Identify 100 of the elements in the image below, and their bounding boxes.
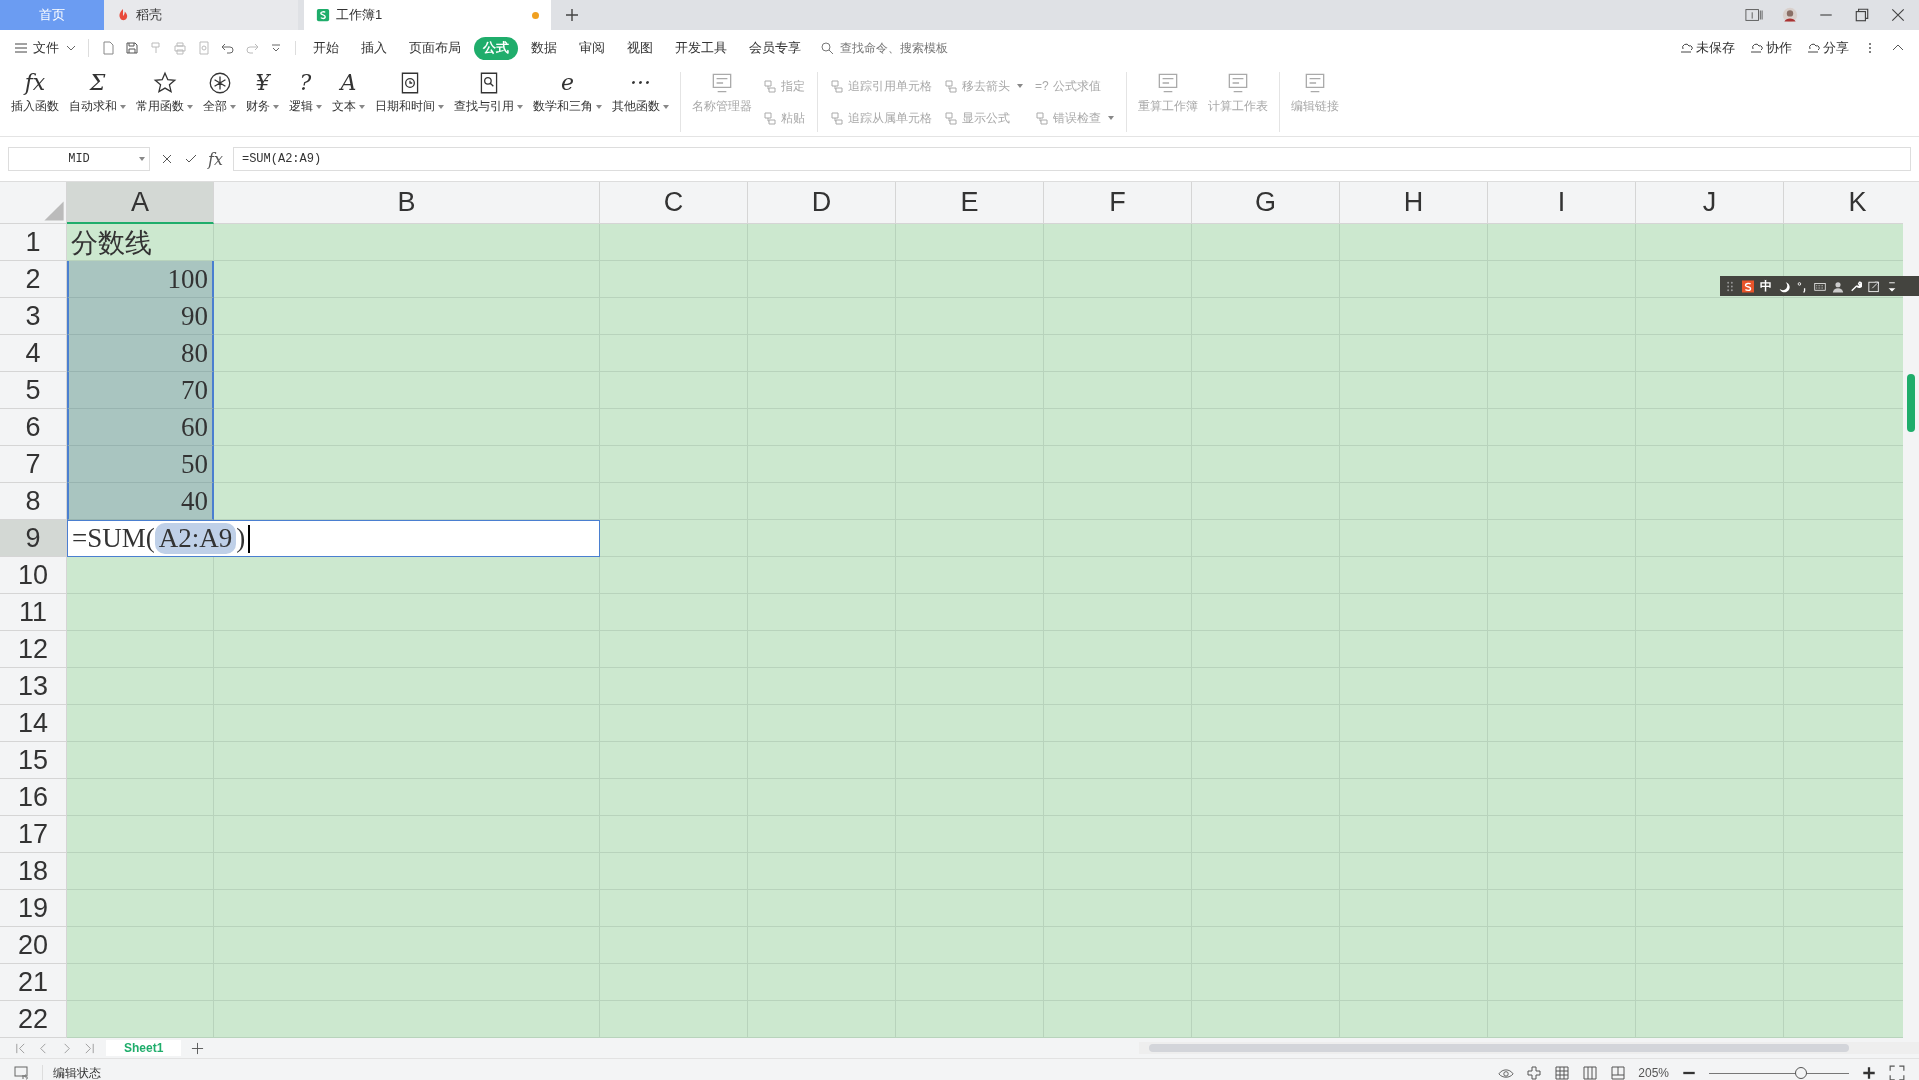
- ribbon-tab[interactable]: 页面布局: [400, 36, 470, 60]
- name-box[interactable]: MID: [8, 147, 150, 171]
- row-header[interactable]: 11: [0, 594, 67, 631]
- cancel-icon[interactable]: [160, 152, 174, 166]
- column-header[interactable]: K: [1784, 182, 1903, 224]
- insert-function-button[interactable]: fx: [208, 149, 223, 169]
- row-header[interactable]: 12: [0, 631, 67, 668]
- cell-editor[interactable]: =SUM(A2:A9): [67, 520, 600, 557]
- close-icon[interactable]: [1889, 7, 1907, 23]
- header-action[interactable]: 分享: [1806, 39, 1849, 57]
- column-header[interactable]: A: [67, 182, 214, 224]
- column-header[interactable]: J: [1636, 182, 1784, 224]
- ribbon-button[interactable]: fx 插入函数: [6, 68, 64, 136]
- zoom-in-icon[interactable]: [1861, 1065, 1877, 1080]
- ribbon-tab[interactable]: 数据: [522, 36, 566, 60]
- restore-icon[interactable]: [1853, 7, 1871, 23]
- row-header[interactable]: 5: [0, 372, 67, 409]
- input-mode-button[interactable]: 中: [1760, 277, 1772, 295]
- dropdown-icon[interactable]: [1886, 279, 1898, 293]
- column-header[interactable]: B: [214, 182, 600, 224]
- ribbon-tab[interactable]: 视图: [618, 36, 662, 60]
- page-layout-icon[interactable]: [1582, 1065, 1599, 1080]
- ribbon-button[interactable]: ? 逻辑: [284, 68, 327, 136]
- ribbon-button[interactable]: e 数学和三角: [528, 68, 607, 136]
- row-header[interactable]: 21: [0, 964, 67, 1001]
- row-header[interactable]: 1: [0, 224, 67, 261]
- first-sheet-icon[interactable]: [14, 1041, 27, 1055]
- row-header[interactable]: 10: [0, 557, 67, 594]
- ribbon-button[interactable]: 日期和时间: [370, 68, 449, 136]
- row-header[interactable]: 20: [0, 927, 67, 964]
- normal-view-icon[interactable]: [1554, 1065, 1571, 1080]
- ribbon-button[interactable]: 查找与引用: [449, 68, 528, 136]
- row-header[interactable]: 9: [0, 520, 67, 557]
- function-category-icon: [151, 70, 178, 96]
- row-header[interactable]: 19: [0, 890, 67, 927]
- add-sheet-icon[interactable]: [191, 1041, 205, 1055]
- ribbon-tab[interactable]: 会员专享: [740, 36, 810, 60]
- ribbon-tab[interactable]: 插入: [352, 36, 396, 60]
- fullscreen-icon[interactable]: [1889, 1065, 1905, 1080]
- window-layout-icon[interactable]: [1745, 7, 1763, 23]
- crosshair-icon[interactable]: [1526, 1065, 1543, 1080]
- scrollbar-thumb[interactable]: [1149, 1044, 1849, 1052]
- formula-field[interactable]: =SUM(A2:A9): [232, 147, 1911, 171]
- column-header[interactable]: D: [748, 182, 896, 224]
- column-header[interactable]: G: [1192, 182, 1340, 224]
- column-header[interactable]: H: [1340, 182, 1488, 224]
- undo-icon[interactable]: [221, 41, 235, 55]
- column-header[interactable]: F: [1044, 182, 1192, 224]
- table-cell: 70: [67, 372, 214, 409]
- ribbon-tab[interactable]: 审阅: [570, 36, 614, 60]
- row-header[interactable]: 17: [0, 816, 67, 853]
- row-header[interactable]: 22: [0, 1001, 67, 1038]
- row-header[interactable]: 2: [0, 261, 67, 298]
- ribbon-button[interactable]: ··· 其他函数: [607, 68, 674, 136]
- ribbon-button[interactable]: A 文本: [327, 68, 370, 136]
- sogou-logo-icon[interactable]: [1742, 279, 1754, 293]
- page-break-icon[interactable]: [1610, 1065, 1627, 1080]
- document-tab[interactable]: 工作簿1: [304, 0, 551, 30]
- action-icon: [1749, 41, 1763, 55]
- macro-icon[interactable]: [14, 1065, 30, 1080]
- ribbon-tab[interactable]: 开发工具: [666, 36, 736, 60]
- row-header[interactable]: 7: [0, 446, 67, 483]
- header-action[interactable]: 协作: [1749, 39, 1792, 57]
- punctuation-icon[interactable]: [1796, 279, 1808, 293]
- column-header[interactable]: E: [896, 182, 1044, 224]
- ribbon-button[interactable]: 全部: [198, 68, 241, 136]
- ribbon-tab[interactable]: 开始: [304, 36, 348, 60]
- wrench-icon[interactable]: [1850, 279, 1862, 293]
- row-header[interactable]: 15: [0, 742, 67, 779]
- new-file-icon[interactable]: [101, 41, 115, 55]
- last-sheet-icon[interactable]: [83, 1041, 96, 1055]
- table-cell: 80: [67, 335, 214, 372]
- row-header[interactable]: 18: [0, 853, 67, 890]
- external-link-icon[interactable]: [1868, 279, 1880, 293]
- header-action[interactable]: 未保存: [1679, 39, 1735, 57]
- moon-icon[interactable]: [1778, 279, 1790, 293]
- document-tab[interactable]: 稻壳: [104, 0, 298, 30]
- new-tab-icon[interactable]: [565, 8, 579, 22]
- zoom-slider-thumb[interactable]: [1795, 1066, 1808, 1079]
- zoom-level[interactable]: 205%: [1638, 1066, 1669, 1080]
- row-header[interactable]: 3: [0, 298, 67, 335]
- row-header[interactable]: 14: [0, 705, 67, 742]
- row-header[interactable]: 4: [0, 335, 67, 372]
- save-icon[interactable]: [125, 41, 139, 55]
- user-icon[interactable]: [1832, 279, 1844, 293]
- ribbon-button[interactable]: ¥ 财务: [241, 68, 284, 136]
- grip-icon[interactable]: [1724, 279, 1736, 293]
- column-header[interactable]: I: [1488, 182, 1636, 224]
- column-header[interactable]: C: [600, 182, 748, 224]
- row-header[interactable]: 8: [0, 483, 67, 520]
- ribbon-button[interactable]: 常用函数: [131, 68, 198, 136]
- ribbon-button[interactable]: Σ 自动求和: [64, 68, 131, 136]
- file-menu[interactable]: 文件: [14, 39, 89, 57]
- avatar-icon[interactable]: [1781, 7, 1799, 23]
- row-header[interactable]: 16: [0, 779, 67, 816]
- scrollbar-thumb[interactable]: [1907, 374, 1915, 432]
- row-header[interactable]: 6: [0, 409, 67, 446]
- table-cell: 40: [67, 483, 214, 520]
- row-header[interactable]: 13: [0, 668, 67, 705]
- spreadsheet-icon: [316, 8, 330, 22]
